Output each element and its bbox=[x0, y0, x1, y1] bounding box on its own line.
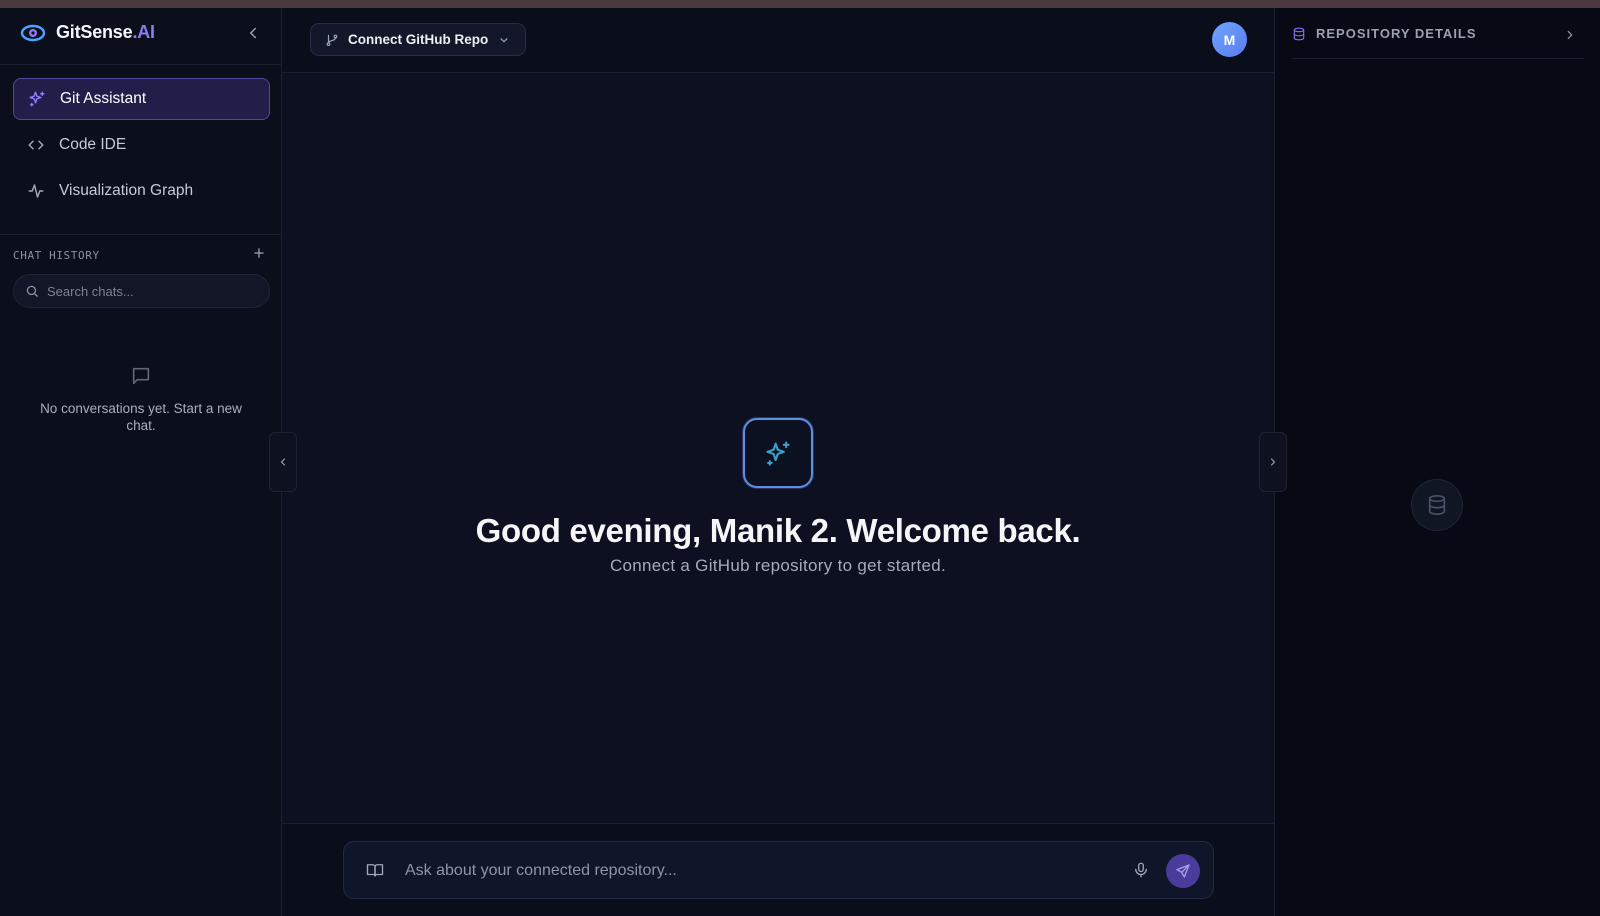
send-icon bbox=[1176, 864, 1190, 878]
connect-github-repo-button[interactable]: Connect GitHub Repo bbox=[310, 23, 527, 56]
history-divider bbox=[0, 234, 282, 235]
right-panel-divider bbox=[1292, 58, 1584, 59]
book-open-icon[interactable] bbox=[366, 861, 384, 879]
git-branch-icon bbox=[326, 34, 338, 46]
chevron-left-icon bbox=[280, 458, 286, 466]
chat-history-title: CHAT HISTORY bbox=[13, 249, 100, 262]
activity-icon bbox=[28, 184, 44, 198]
search-chats-input[interactable] bbox=[47, 283, 257, 299]
database-icon bbox=[1293, 27, 1305, 40]
chevron-right-icon bbox=[1270, 458, 1276, 466]
nav-label: Git Assistant bbox=[60, 90, 147, 107]
repository-details-header: REPOSITORY DETAILS bbox=[1292, 26, 1477, 41]
window-top-strip bbox=[0, 0, 1600, 8]
connect-repo-label: Connect GitHub Repo bbox=[348, 32, 489, 47]
assistant-hero-badge bbox=[743, 418, 813, 488]
welcome-greeting: Good evening, Manik 2. Welcome back. bbox=[475, 512, 1081, 549]
sparkles-icon bbox=[29, 91, 45, 107]
welcome-subtext: Connect a GitHub repository to get start… bbox=[609, 556, 947, 575]
nav-item-visualization-graph[interactable]: Visualization Graph bbox=[13, 170, 270, 212]
search-icon bbox=[26, 285, 38, 297]
empty-history-message: No conversations yet. Start a new chat. bbox=[40, 401, 242, 433]
brand-name: GitSense.AI bbox=[56, 22, 155, 42]
chat-search[interactable] bbox=[13, 274, 270, 308]
chat-input[interactable] bbox=[405, 860, 1105, 882]
nav-label: Visualization Graph bbox=[59, 182, 194, 199]
sidebar-divider bbox=[0, 64, 282, 65]
message-square-icon bbox=[132, 367, 150, 385]
sparkles-icon bbox=[766, 441, 790, 466]
chevron-down-icon bbox=[500, 37, 508, 42]
new-chat-plus-icon[interactable] bbox=[252, 246, 266, 260]
repository-details-panel bbox=[1274, 8, 1600, 916]
eye-logo-icon bbox=[20, 24, 46, 41]
nav-label: Code IDE bbox=[59, 136, 127, 153]
brand[interactable]: GitSense.AI bbox=[20, 22, 155, 43]
code-icon bbox=[28, 140, 44, 150]
user-avatar[interactable]: M bbox=[1212, 22, 1247, 57]
repository-placeholder bbox=[1411, 479, 1463, 531]
collapse-left-panel-toggle[interactable] bbox=[269, 432, 297, 492]
nav-item-git-assistant[interactable]: Git Assistant bbox=[13, 78, 270, 120]
database-icon bbox=[1428, 495, 1446, 515]
expand-right-panel-toggle[interactable] bbox=[1259, 432, 1287, 492]
repository-details-title: REPOSITORY DETAILS bbox=[1316, 26, 1477, 41]
collapse-right-panel-chevron-icon[interactable] bbox=[1563, 28, 1577, 42]
send-button[interactable] bbox=[1166, 854, 1200, 888]
nav-item-code-ide[interactable]: Code IDE bbox=[13, 124, 270, 166]
chat-composer bbox=[343, 841, 1214, 899]
microphone-icon[interactable] bbox=[1132, 861, 1150, 879]
collapse-sidebar-chevron-left-icon[interactable] bbox=[244, 24, 262, 42]
